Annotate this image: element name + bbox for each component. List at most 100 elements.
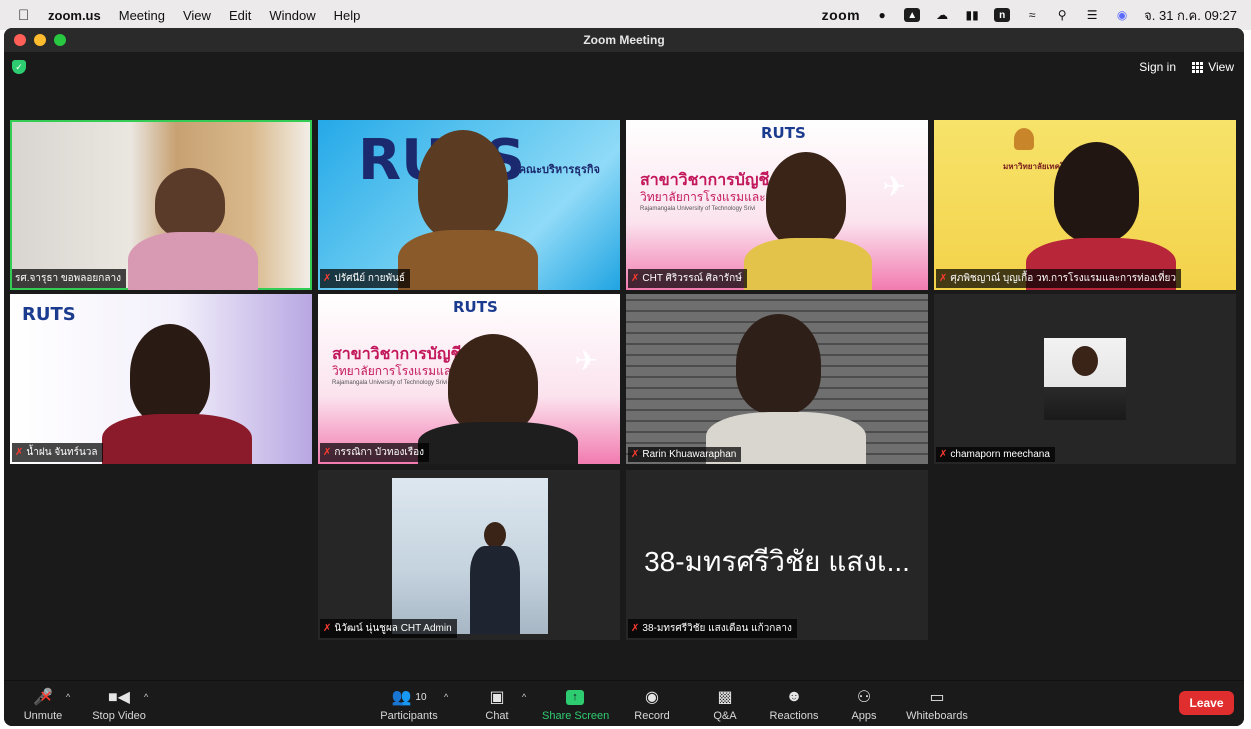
participant-body <box>744 238 872 290</box>
record-button[interactable]: ◉ Record <box>632 687 672 722</box>
participant-body <box>418 422 578 464</box>
university-caption: Rajamangala University of Technology Sri… <box>332 380 448 386</box>
menu-help[interactable]: Help <box>334 8 361 23</box>
participant-body <box>128 232 258 290</box>
stop-video-label: Stop Video <box>92 710 146 722</box>
search-icon[interactable]: ⚲ <box>1054 8 1070 22</box>
participant-nametag: ✗ นิวัฒน์ นุ่นชูผล CHT Admin <box>320 619 457 638</box>
chat-chevron-icon[interactable]: ^ <box>522 692 526 702</box>
leave-button[interactable]: Leave <box>1179 691 1234 715</box>
control-center-icon[interactable]: ☰ <box>1084 8 1100 22</box>
meeting-toolbar: 🎤 ✕ Unmute ^ ■◀ Stop Video ^ 👥 10 Partici… <box>4 680 1244 726</box>
participant-nametag: ✗ Rarin Khuawaraphan <box>628 447 742 462</box>
zoom-status-logo[interactable]: zoom <box>822 7 861 23</box>
view-label: View <box>1208 60 1234 74</box>
wifi-icon[interactable]: ≈ <box>1024 8 1040 22</box>
participant-video <box>418 130 508 240</box>
participants-chevron-icon[interactable]: ^ <box>444 692 448 702</box>
participant-name: chamaporn meechana <box>950 449 1050 460</box>
participants-button[interactable]: 👥 10 Participants <box>378 687 440 722</box>
participant-name: น้ำฝน จันทร์นวล <box>26 447 98 458</box>
mic-muted-icon: ✗ <box>323 447 332 458</box>
menu-edit[interactable]: Edit <box>229 8 251 23</box>
apps-label: Apps <box>851 710 877 722</box>
chat-icon: ▣ <box>489 689 505 706</box>
participant-video <box>766 152 846 247</box>
siri-icon[interactable]: ◉ <box>1114 8 1130 22</box>
video-tile[interactable]: รศ.จารุธา ขอพลอยกลาง <box>10 120 312 290</box>
apple-menu-icon[interactable]:  <box>18 7 32 24</box>
college-banner: วิทยาลัยการโรงแรมและก <box>640 190 773 204</box>
menu-view[interactable]: View <box>183 8 211 23</box>
n-icon[interactable]: n <box>994 8 1011 22</box>
participant-body <box>398 230 538 290</box>
participants-icon: 👥 <box>391 689 412 706</box>
video-tile[interactable]: RUTS ✗ น้ำฝน จันทร์นวล <box>10 294 312 464</box>
mic-muted-icon: ✗ <box>631 623 640 634</box>
share-screen-button[interactable]: ↑ Share Screen <box>542 687 609 722</box>
video-tile[interactable]: RUTS สาขาวิชาการบัญชี วิทยาลัยการโรงแรมแ… <box>318 294 620 464</box>
record-icon[interactable]: ▲ <box>904 8 921 22</box>
video-tile[interactable]: 38-มทรศรีวิชัย แสงเ... ✗ 38-มทรศรีวิชัย … <box>626 470 928 640</box>
whiteboards-button[interactable]: ▭ Whiteboards <box>904 687 970 722</box>
apps-button[interactable]: ⚇ Apps <box>848 687 880 722</box>
video-tile[interactable]: ✗ นิวัฒน์ นุ่นชูผล CHT Admin <box>318 470 620 640</box>
participants-label: Participants <box>380 710 438 722</box>
participant-name: ศุภพิชญาณ์ บุญเกื้อ วท.การโรงแรมและการท่… <box>950 273 1177 284</box>
menu-app-zoom[interactable]: zoom.us <box>48 8 101 23</box>
whiteboard-icon: ▭ <box>929 689 945 706</box>
participant-video <box>736 314 821 414</box>
participant-name: 38-มทรศรีวิชัย แสงเดือน แก้วกลาง <box>642 623 792 634</box>
mic-muted-icon: ✗ <box>323 273 332 284</box>
participant-nametag: รศ.จารุธา ขอพลอยกลาง <box>12 269 126 288</box>
whiteboards-label: Whiteboards <box>906 710 968 722</box>
video-tile[interactable]: RUTS สาขาวิชาการบัญชี วิทยาลัยการโรงแรมแ… <box>626 120 928 290</box>
mic-muted-icon: ✗ <box>939 273 948 284</box>
view-button[interactable]: View <box>1192 60 1234 74</box>
mic-muted-icon: ✗ <box>631 273 640 284</box>
seal-icon <box>1014 128 1034 150</box>
ruts-logo: RUTS <box>22 304 76 325</box>
record-icon: ◉ <box>645 689 659 706</box>
airplane-icon: ✈ <box>574 345 598 376</box>
meeting-topbar: ✓ Sign in View <box>4 52 1244 82</box>
video-tile[interactable]: มหาวิทยาลัยเทคโนโลยีราชมง ✗ ศุภพิชญาณ์ บ… <box>934 120 1236 290</box>
chat-button[interactable]: ▣ Chat <box>482 687 512 722</box>
drive-icon[interactable]: ☁ <box>934 8 950 22</box>
participant-nametag: ✗ CHT ศิริวรรณ์ ศิลารักษ์ <box>628 269 747 288</box>
record-label: Record <box>634 710 670 722</box>
apps-icon: ⚇ <box>856 689 872 706</box>
video-tile[interactable]: ✗ Rarin Khuawaraphan <box>626 294 928 464</box>
participant-name: รศ.จารุธา ขอพลอยกลาง <box>15 273 121 284</box>
audio-options-chevron-icon[interactable]: ^ <box>66 692 70 702</box>
video-options-chevron-icon[interactable]: ^ <box>144 692 148 702</box>
participant-name: กรรณิกา บัวทองเรือง <box>334 447 425 458</box>
participant-name: ปรัศนีย์ กายพันธ์ <box>334 273 405 284</box>
participant-nametag: ✗ 38-มทรศรีวิชัย แสงเดือน แก้วกลาง <box>628 619 797 638</box>
stop-video-button[interactable]: ■◀ Stop Video <box>90 687 148 722</box>
line-icon[interactable]: ● <box>874 8 890 22</box>
unmute-button[interactable]: 🎤 ✕ Unmute <box>22 687 64 722</box>
university-header: มหาวิทยาลัยเทคโนโลยีราชมง <box>1003 162 1107 171</box>
participant-video <box>130 324 210 424</box>
unmute-label: Unmute <box>23 710 63 722</box>
sign-in-link[interactable]: Sign in <box>1139 60 1176 74</box>
video-tile[interactable]: RUTS คณะบริหารธุรกิจ ✗ ปรัศนีย์ กายพันธ์ <box>318 120 620 290</box>
qa-button[interactable]: ▩ Q&A <box>708 687 742 722</box>
participant-body <box>102 414 252 464</box>
menu-window[interactable]: Window <box>269 8 315 23</box>
menubar-datetime[interactable]: จ. 31 ก.ค. 09:27 <box>1144 5 1237 26</box>
battery-icon[interactable]: ▮▮ <box>964 8 980 22</box>
reactions-button[interactable]: ☻ Reactions <box>768 687 820 722</box>
menu-meeting[interactable]: Meeting <box>119 8 165 23</box>
security-shield-icon[interactable]: ✓ <box>12 60 26 74</box>
faculty-label: คณะบริหารธุรกิจ <box>518 164 600 176</box>
reactions-label: Reactions <box>769 710 819 722</box>
menubar-status-area: zoom ● ▲ ☁ ▮▮ n ≈ ⚲ ☰ ◉ จ. 31 ก.ค. 09:27 <box>822 0 1237 30</box>
video-tile[interactable]: ✗ chamaporn meechana <box>934 294 1236 464</box>
qa-label: Q&A <box>713 710 737 722</box>
reactions-icon: ☻ <box>785 688 803 705</box>
participant-video <box>155 168 225 238</box>
participant-nametag: ✗ น้ำฝน จันทร์นวล <box>12 443 103 462</box>
mic-muted-icon: 🎤 ✕ <box>33 689 54 706</box>
